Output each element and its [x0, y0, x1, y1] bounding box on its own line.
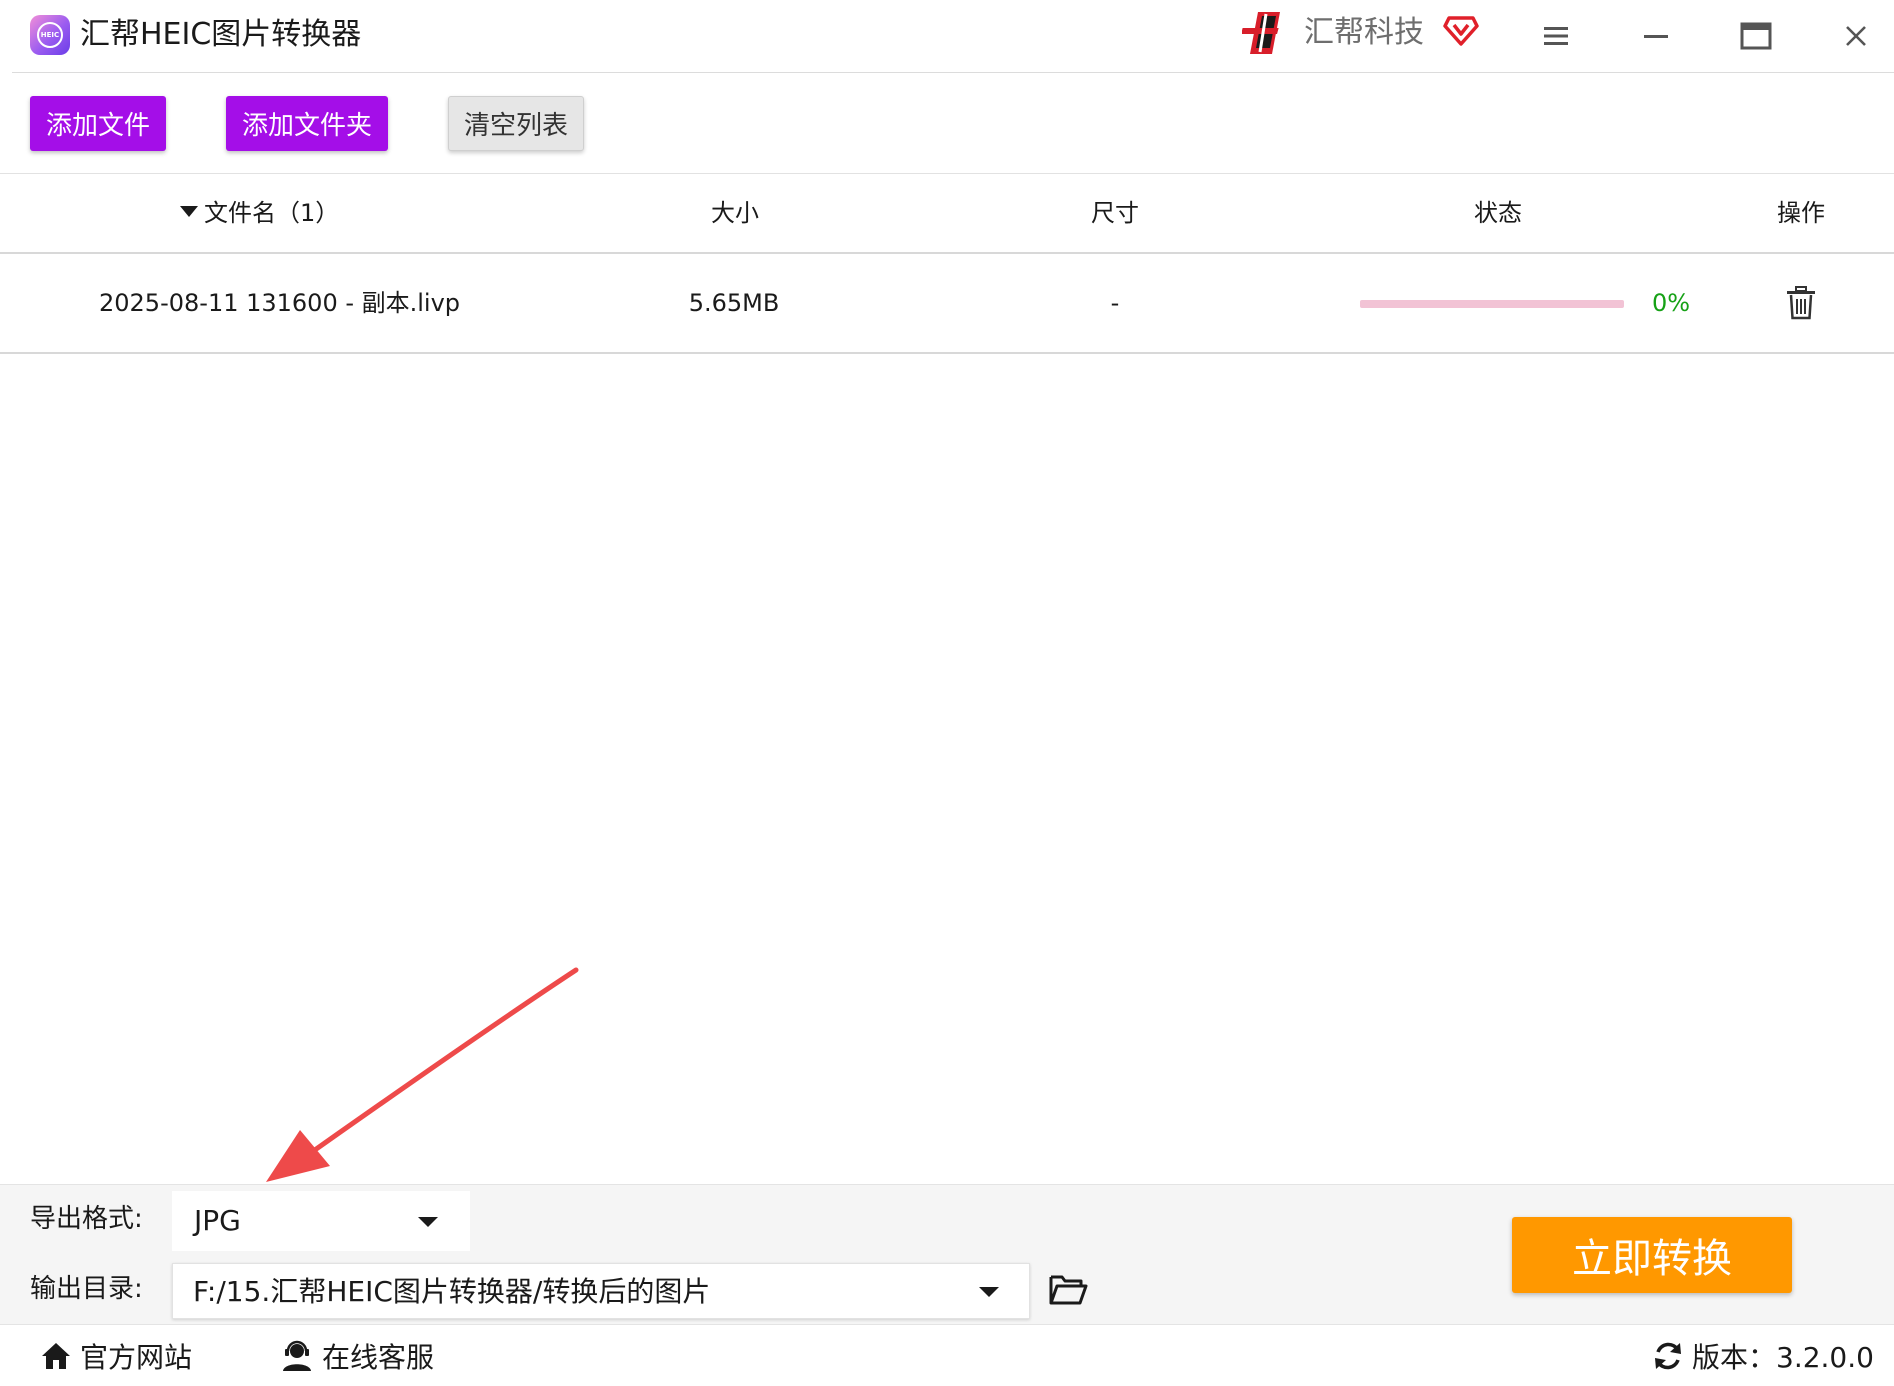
online-service-label: 在线客服 — [322, 1341, 435, 1374]
app-logo-text: HEIC — [40, 31, 60, 39]
folder-open-icon[interactable] — [1048, 1271, 1088, 1307]
menu-icon — [1544, 27, 1568, 45]
vip-diamond-icon[interactable] — [1443, 12, 1479, 48]
app-title: 汇帮HEIC图片转换器 — [80, 17, 362, 52]
maximize-button[interactable] — [1734, 14, 1778, 58]
online-service-link[interactable]: 在线客服 — [280, 1337, 434, 1375]
output-dir-label: 输出目录: — [30, 1274, 143, 1304]
home-icon — [42, 1343, 70, 1369]
chevron-down-icon — [418, 1217, 438, 1227]
minimize-button[interactable] — [1634, 14, 1678, 58]
output-dir-value: F:/15.汇帮HEIC图片转换器/转换后的图片 — [193, 1275, 711, 1308]
column-header-size: 大小 — [711, 199, 759, 227]
table-header: 文件名（1） 大小 尺寸 状态 操作 — [0, 174, 1894, 252]
add-folder-button[interactable]: 添加文件夹 — [226, 96, 388, 151]
sort-descending-icon — [180, 205, 198, 217]
customer-service-icon — [283, 1340, 311, 1371]
version-info[interactable]: 版本：3.2.0.0 — [1652, 1337, 1874, 1375]
output-dir-field[interactable]: F:/15.汇帮HEIC图片转换器/转换后的图片 — [172, 1263, 1030, 1319]
official-site-label: 官方网站 — [80, 1341, 193, 1374]
footer: 官方网站 在线客服 版本：3.2.0.0 — [0, 1324, 1894, 1386]
maximize-icon — [1740, 22, 1772, 50]
file-size: 5.65MB — [688, 289, 780, 317]
column-header-dimensions: 尺寸 — [1091, 199, 1139, 227]
table-row[interactable]: 2025-08-11 131600 - 副本.livp 5.65MB - 0% — [0, 254, 1894, 352]
settings-panel: 导出格式: JPG 输出目录: F:/15.汇帮HEIC图片转换器/转换后的图片… — [0, 1184, 1894, 1324]
annotation-arrow-icon — [266, 967, 579, 1182]
column-header-name[interactable]: 文件名（1） — [180, 196, 380, 230]
format-label: 导出格式: — [30, 1204, 143, 1234]
file-dimensions: - — [1110, 289, 1120, 317]
clear-list-button[interactable]: 清空列表 — [448, 96, 584, 151]
column-header-action: 操作 — [1777, 199, 1825, 227]
title-bar: HEIC 汇帮HEIC图片转换器 汇帮科技 — [0, 0, 1894, 72]
menu-button[interactable] — [1534, 14, 1578, 58]
add-file-button[interactable]: 添加文件 — [30, 96, 166, 151]
huibang-logo-icon — [1242, 12, 1280, 54]
heic-app-icon: HEIC — [30, 15, 70, 55]
title-divider — [12, 72, 1894, 73]
convert-now-button[interactable]: 立即转换 — [1512, 1217, 1792, 1293]
trash-icon[interactable] — [1786, 286, 1816, 320]
brand-name: 汇帮科技 — [1304, 15, 1424, 50]
file-name: 2025-08-11 131600 - 副本.livp — [99, 289, 461, 317]
close-button[interactable] — [1834, 14, 1878, 58]
minimize-icon — [1644, 35, 1668, 38]
progress-bar — [1360, 300, 1624, 308]
official-site-link[interactable]: 官方网站 — [40, 1337, 192, 1375]
version-label: 版本：3.2.0.0 — [1692, 1341, 1874, 1374]
chevron-down-icon[interactable] — [979, 1287, 999, 1297]
column-name-label: 文件名（1） — [204, 199, 340, 227]
close-icon — [1846, 26, 1866, 46]
progress-percent: 0% — [1652, 289, 1691, 317]
refresh-icon — [1655, 1342, 1681, 1370]
column-header-status: 状态 — [1474, 199, 1522, 227]
format-value: JPG — [194, 1204, 241, 1237]
row-divider — [0, 352, 1894, 354]
format-select[interactable]: JPG — [172, 1191, 470, 1251]
